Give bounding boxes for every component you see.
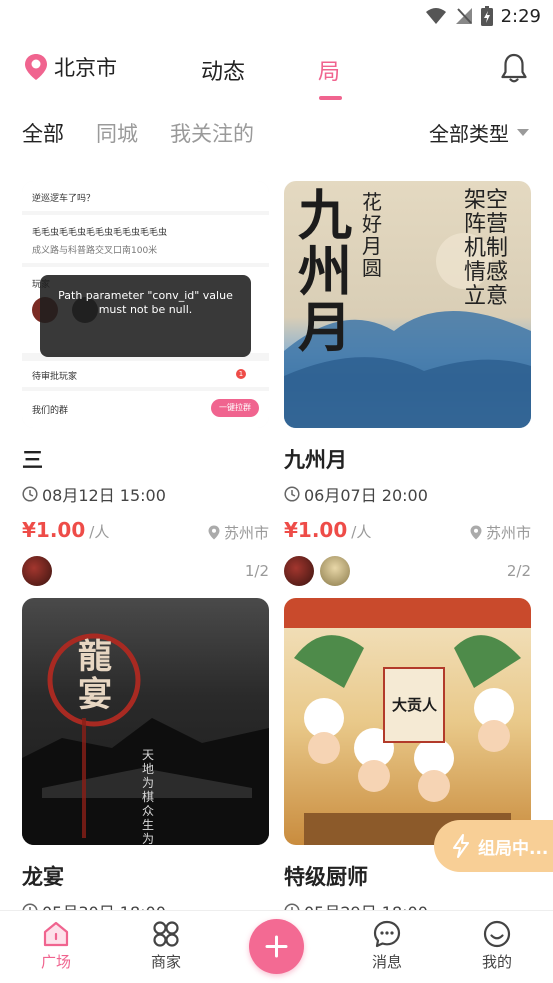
home-icon (43, 921, 69, 947)
card-title: 九州月 (284, 448, 347, 472)
nav-mine[interactable]: 我的 (467, 919, 527, 972)
cover-banner-text: 大贡人 (392, 696, 438, 714)
nav-messages-label: 消息 (371, 953, 402, 971)
filter-same-city[interactable]: 同城 (96, 118, 138, 148)
location-pin-icon (25, 54, 47, 80)
status-bar: 2:29 (0, 0, 553, 32)
card-time: 08月12日 15:00 (22, 482, 269, 506)
cover-title-calligraphy: 龍宴 (78, 637, 112, 715)
card-title: 三 (22, 448, 43, 472)
card-time: 06月07日 20:00 (284, 482, 531, 506)
card-city: 苏州市 (470, 522, 531, 543)
cover-address: 成义路与科普路交叉口南100米 (32, 246, 158, 256)
cover-subtitle-calligraphy: 花好月圆 (362, 190, 382, 280)
type-filter-label: 全部类型 (429, 122, 509, 146)
filter-bar: 全部 同城 我关注的 全部类型 (0, 110, 553, 152)
screenshot-cover: 逆巡逻车了吗？ 毛毛虫毛毛虫毛毛虫毛毛虫毛毛虫 成义路与科普路交叉口南100米 … (22, 181, 269, 428)
card-cover-image: 龍宴 天地为棋 众生为子 (22, 598, 269, 845)
card-cover-image: 九州月 花好月圆 架空 阵营 机制 情感 立意 (284, 181, 531, 428)
location-label: 北京市 (54, 56, 117, 80)
create-button[interactable] (249, 919, 304, 974)
member-count: 1/2 (244, 562, 269, 580)
smile-icon (483, 920, 511, 948)
avatar (320, 556, 350, 586)
chat-icon (373, 920, 401, 948)
tab-ju[interactable]: 局 (318, 54, 340, 86)
cover-question: 逆巡逻车了吗？ (32, 194, 96, 204)
wifi-icon (425, 8, 446, 24)
card-city-text: 苏州市 (485, 524, 531, 542)
cover-groups: 我们的群 (32, 406, 69, 416)
top-header: 北京市 动态 局 (0, 40, 553, 100)
card-city-text: 苏州市 (223, 524, 269, 542)
location-pin-icon (208, 525, 220, 540)
avatar (284, 556, 314, 586)
card-city: 苏州市 (208, 522, 269, 543)
card-price-row: ¥1.00/人 苏州市 (284, 518, 531, 544)
nav-merchant-label: 商家 (150, 953, 181, 971)
card-members: 2/2 (284, 556, 531, 586)
organizing-label: 组局中... (478, 838, 549, 859)
game-card[interactable]: 龍宴 天地为棋 众生为子 龙宴 05月30日 18:00 (22, 598, 269, 923)
cover-pending-badge: 1 (236, 369, 246, 379)
nav-merchant[interactable]: 商家 (136, 919, 196, 972)
nav-square[interactable]: 广场 (26, 919, 86, 972)
card-price-row: ¥1.00/人 苏州市 (22, 518, 269, 544)
cover-pending: 待审批玩家 (32, 372, 78, 382)
grid-icon (153, 921, 179, 947)
location-selector[interactable]: 北京市 (24, 52, 117, 82)
nav-messages[interactable]: 消息 (357, 919, 417, 972)
cover-side-text: 天地为棋 众生为子 (142, 748, 155, 845)
avatar (22, 556, 52, 586)
member-count: 2/2 (506, 562, 531, 580)
cover-chat: 毛毛虫毛毛虫毛毛虫毛毛虫毛毛虫 (32, 228, 168, 238)
nav-mine-label: 我的 (481, 953, 512, 971)
card-price: ¥1.00 (22, 518, 86, 542)
status-time: 2:29 (500, 5, 541, 27)
bottom-nav: 广场 商家 消息 我的 (0, 910, 553, 983)
cover-side-calligraphy: 架空 阵营 机制 情感 立意 (464, 188, 509, 309)
card-price-unit: /人 (351, 523, 372, 541)
card-price-unit: /人 (89, 523, 110, 541)
tab-dynamic[interactable]: 动态 (201, 54, 245, 86)
card-time-text: 06月07日 20:00 (304, 486, 428, 505)
clock-icon (284, 486, 300, 502)
lightning-icon (453, 834, 469, 858)
game-card[interactable]: 九州月 花好月圆 架空 阵营 机制 情感 立意 九州月 06月07日 20:00… (284, 181, 531, 586)
active-tab-indicator (319, 96, 342, 100)
error-toast: Path parameter "conv_id" value must not … (40, 275, 251, 357)
card-members: 1/2 (22, 556, 269, 586)
battery-icon (480, 6, 493, 26)
organizing-float-button[interactable]: 组局中... (434, 820, 553, 872)
card-time-text: 08月12日 15:00 (42, 486, 166, 505)
cover-title-calligraphy: 九州月 (298, 183, 352, 359)
type-filter-dropdown[interactable]: 全部类型 (429, 118, 529, 147)
game-card[interactable]: 逆巡逻车了吗？ 毛毛虫毛毛虫毛毛虫毛毛虫毛毛虫 成义路与科普路交叉口南100米 … (22, 181, 269, 586)
caret-down-icon (517, 129, 529, 136)
plus-icon (265, 935, 288, 958)
chef-art (284, 598, 531, 845)
bell-icon[interactable] (500, 52, 528, 84)
game-card[interactable]: 大贡人 特级厨师 05月29日 18:00 (284, 598, 531, 923)
no-signal-icon (455, 8, 472, 24)
nav-square-label: 广场 (40, 953, 71, 971)
card-cover-image: 大贡人 (284, 598, 531, 845)
filter-all[interactable]: 全部 (22, 118, 64, 148)
card-title: 龙宴 (22, 865, 64, 889)
cover-join-button: 一键拉群 (211, 399, 259, 417)
location-pin-icon (470, 525, 482, 540)
clock-icon (22, 486, 38, 502)
card-price: ¥1.00 (284, 518, 348, 542)
filter-following[interactable]: 我关注的 (170, 118, 254, 148)
card-cover-image: 逆巡逻车了吗？ 毛毛虫毛毛虫毛毛虫毛毛虫毛毛虫 成义路与科普路交叉口南100米 … (22, 181, 269, 428)
